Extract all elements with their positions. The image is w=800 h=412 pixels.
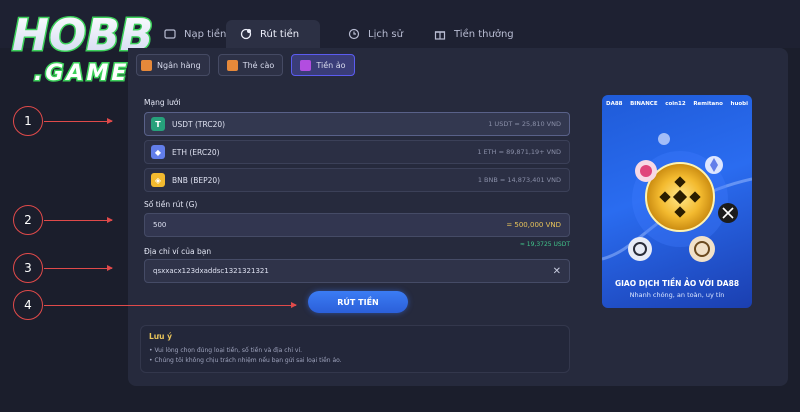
method-subtabs: Ngân hàng Thẻ cào Tiền ảo bbox=[136, 54, 355, 76]
tab-withdraw-label: Rút tiền bbox=[260, 28, 300, 40]
wallet-label: Địa chỉ ví của bạn bbox=[144, 247, 212, 256]
banner-subtitle: Nhanh chóng, an toàn, uy tín bbox=[629, 291, 725, 299]
subtab-crypto-label: Tiền ảo bbox=[316, 60, 346, 70]
amount-converted: = 500,000 VND bbox=[506, 221, 561, 229]
partner-logo: BINANCE bbox=[630, 101, 658, 107]
network-option-rate: 1 ETH = 89,871,19+ VND bbox=[477, 148, 561, 156]
wallet-address-input[interactable]: qsxxacx123dxaddsc1321321321 ✕ bbox=[144, 259, 570, 283]
bank-icon bbox=[141, 59, 152, 71]
amount-value: 500 bbox=[153, 221, 167, 229]
tab-withdraw[interactable]: Rút tiền bbox=[226, 20, 320, 48]
amount-input[interactable]: 500 = 500,000 VND bbox=[144, 213, 570, 237]
subtab-bank[interactable]: Ngân hàng bbox=[136, 54, 210, 76]
step-marker-4: 4 bbox=[13, 290, 43, 320]
usdt-equivalent: ≈ 19,3725 USDT bbox=[519, 241, 570, 248]
step-arrow-2 bbox=[44, 217, 113, 223]
network-label: Mạng lưới bbox=[144, 98, 181, 107]
step-marker-3: 3 bbox=[13, 253, 43, 283]
bnb-icon: ◈ bbox=[151, 173, 165, 187]
step-arrow-1 bbox=[44, 118, 113, 124]
tab-bonus-label: Tiền thưởng bbox=[454, 28, 514, 40]
history-icon bbox=[348, 28, 360, 40]
partner-logo: huobi bbox=[730, 101, 748, 107]
banner-title: GIAO DỊCH TIỀN ẢO VỚI DA88 bbox=[614, 279, 740, 288]
network-option-name: ETH (ERC20) bbox=[172, 147, 220, 157]
subtab-card-label: Thẻ cào bbox=[242, 60, 275, 70]
note-item: Vui lòng chọn đúng loại tiền, số tiền và… bbox=[149, 346, 561, 356]
tab-bonus[interactable]: Tiền thưởng bbox=[420, 20, 528, 48]
note-box: Lưu ý Vui lòng chọn đúng loại tiền, số t… bbox=[140, 325, 570, 373]
network-option-bnb[interactable]: ◈ BNB (BEP20) 1 BNB = 14,873,401 VND bbox=[144, 168, 570, 192]
network-option-eth[interactable]: ◆ ETH (ERC20) 1 ETH = 89,871,19+ VND bbox=[144, 140, 570, 164]
amount-label: Số tiền rút (G) bbox=[144, 200, 198, 209]
crypto-illustration bbox=[602, 133, 752, 262]
wallet-address-value: qsxxacx123dxaddsc1321321321 bbox=[153, 267, 269, 275]
tab-history[interactable]: Lịch sử bbox=[334, 20, 417, 48]
network-option-rate: 1 BNB = 14,873,401 VND bbox=[477, 176, 561, 184]
partner-logo: DA88 bbox=[606, 101, 623, 107]
gift-icon bbox=[434, 28, 446, 40]
promo-banner[interactable]: DA88 BINANCE coin12 Remitano huobi GIAO … bbox=[602, 95, 752, 308]
withdraw-icon bbox=[240, 28, 252, 40]
card-icon bbox=[226, 59, 238, 71]
withdraw-panel: Ngân hàng Thẻ cào Tiền ảo Mạng lưới T US… bbox=[128, 48, 788, 386]
step-arrow-4 bbox=[44, 302, 297, 308]
step-marker-1: 1 bbox=[13, 106, 43, 136]
subtab-card[interactable]: Thẻ cào bbox=[217, 54, 284, 76]
withdraw-submit-button[interactable]: RÚT TIỀN bbox=[308, 291, 408, 313]
partner-logo: coin12 bbox=[665, 101, 686, 107]
note-title: Lưu ý bbox=[149, 332, 172, 341]
crypto-icon bbox=[300, 59, 312, 71]
subtab-bank-label: Ngân hàng bbox=[157, 60, 201, 70]
network-option-name: BNB (BEP20) bbox=[172, 175, 221, 185]
step-marker-2: 2 bbox=[13, 205, 43, 235]
tab-history-label: Lịch sử bbox=[368, 28, 403, 40]
network-option-rate: 1 USDT = 25,810 VND bbox=[488, 120, 561, 128]
network-option-name: USDT (TRC20) bbox=[172, 119, 226, 129]
clear-icon[interactable]: ✕ bbox=[553, 266, 561, 277]
subtab-crypto[interactable]: Tiền ảo bbox=[291, 54, 355, 76]
usdt-icon: T bbox=[151, 117, 165, 131]
partner-logos: DA88 BINANCE coin12 Remitano huobi bbox=[606, 101, 748, 107]
eth-icon: ◆ bbox=[151, 145, 165, 159]
partner-logo: Remitano bbox=[693, 101, 723, 107]
step-arrow-3 bbox=[44, 265, 113, 271]
network-option-usdt[interactable]: T USDT (TRC20) 1 USDT = 25,810 VND bbox=[144, 112, 570, 136]
note-item: Chúng tôi không chịu trách nhiệm nếu bạn… bbox=[149, 356, 561, 366]
